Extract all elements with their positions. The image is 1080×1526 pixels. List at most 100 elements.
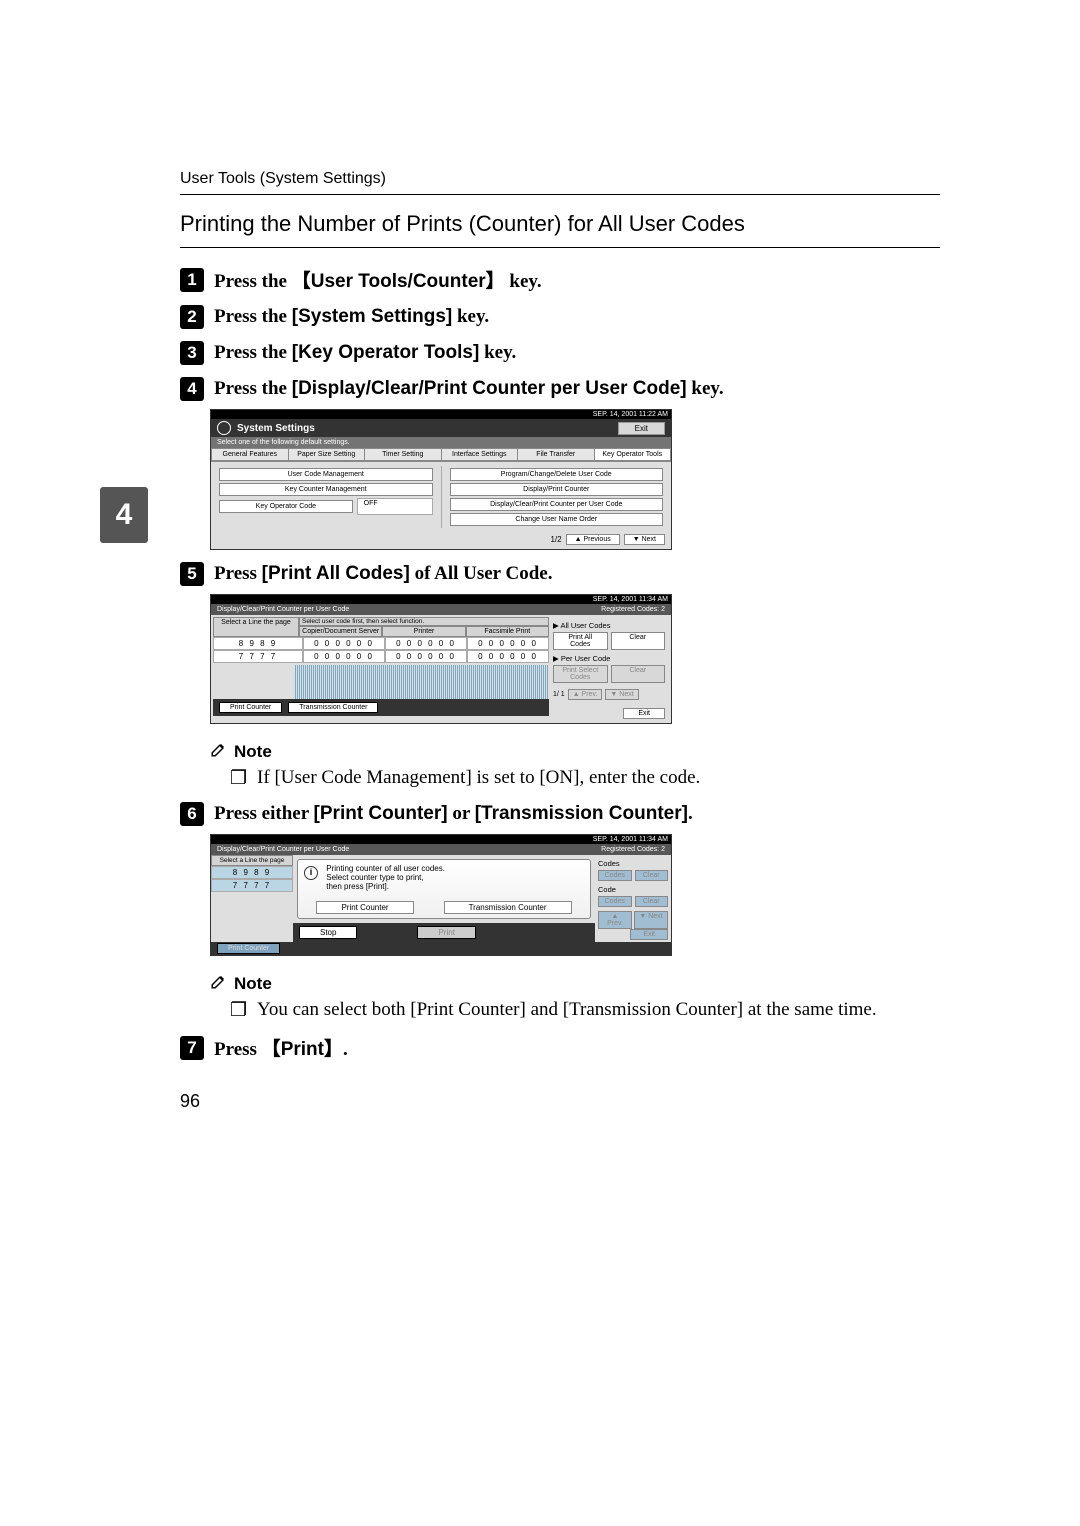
step-1: 1 Press the 【User Tools/Counter】 key. bbox=[180, 266, 940, 293]
ss-subheading: Select one of the following default sett… bbox=[211, 437, 671, 448]
dialog-msg: then press [Print]. bbox=[326, 882, 445, 891]
user-code-cell: 8 9 8 9 bbox=[213, 637, 303, 650]
tab-interface[interactable]: Interface Settings bbox=[441, 448, 518, 461]
step-text: Press the bbox=[214, 306, 292, 327]
step-text-suffix: key. bbox=[505, 271, 542, 292]
th-printer: Printer bbox=[382, 626, 465, 637]
th-copier: Copier/Document Server bbox=[299, 626, 382, 637]
note-text: You can select both bbox=[257, 999, 410, 1020]
step-number-icon: 4 bbox=[180, 377, 204, 401]
prev-button[interactable]: ▲ Prev. bbox=[568, 689, 603, 700]
ss-title: Display/Clear/Print Counter per User Cod… bbox=[217, 846, 349, 853]
divider bbox=[180, 194, 940, 195]
registered-codes-value: 2 bbox=[661, 606, 665, 613]
dialog-msg: Select counter type to print, bbox=[326, 873, 445, 882]
info-icon: i bbox=[304, 866, 318, 880]
stop-button[interactable]: Stop bbox=[299, 926, 357, 939]
key-label: [Key Operator Tools] bbox=[292, 342, 480, 363]
clear-button[interactable]: Clear bbox=[635, 896, 669, 907]
table-row[interactable]: 7 7 7 7 0 0 0 0 0 0 0 0 0 0 0 0 0 0 0 0 … bbox=[213, 650, 549, 663]
tab-paper-size[interactable]: Paper Size Setting bbox=[288, 448, 365, 461]
step-number-icon: 3 bbox=[180, 341, 204, 365]
step-text-suffix: . bbox=[688, 803, 693, 824]
ss-title: Display/Clear/Print Counter per User Cod… bbox=[217, 606, 349, 613]
code-label: Code bbox=[598, 885, 668, 894]
print-counter-button[interactable]: Print Counter bbox=[217, 943, 280, 954]
transmission-counter-button[interactable]: Transmission Counter bbox=[444, 901, 572, 914]
counter-cell: 0 0 0 0 0 0 bbox=[467, 650, 549, 663]
note-heading: Note bbox=[210, 740, 940, 763]
counter-cell: 0 0 0 0 0 0 bbox=[303, 637, 385, 650]
note-text: and bbox=[526, 999, 563, 1020]
note-text: If bbox=[257, 767, 274, 788]
step-7: 7 Press 【Print】. bbox=[180, 1034, 940, 1061]
step-number-icon: 1 bbox=[180, 268, 204, 292]
clear-all-button[interactable]: Clear bbox=[611, 632, 666, 650]
user-code-cell: 8 9 8 9 bbox=[211, 866, 293, 879]
next-button[interactable]: ▼ Next bbox=[634, 911, 668, 929]
change-user-name-order-button[interactable]: Change User Name Order bbox=[450, 513, 664, 526]
ss-datetime: SEP. 14, 2001 11:34 AM bbox=[593, 836, 668, 843]
display-print-counter-button[interactable]: Display/Print Counter bbox=[450, 483, 664, 496]
pencil-icon bbox=[210, 972, 228, 995]
exit-button[interactable]: Exit bbox=[630, 929, 668, 940]
tab-timer[interactable]: Timer Setting bbox=[364, 448, 441, 461]
step-text: Press the bbox=[214, 342, 292, 363]
key-operator-code-button[interactable]: Key Operator Code bbox=[219, 500, 353, 513]
section-title: Printing the Number of Prints (Counter) … bbox=[180, 211, 940, 237]
user-code-management-button[interactable]: User Code Management bbox=[219, 468, 433, 481]
codes-button[interactable]: Codes bbox=[598, 896, 632, 907]
step-text-suffix: key. bbox=[479, 342, 516, 363]
ss-title: System Settings bbox=[237, 423, 315, 434]
note-text: is set to bbox=[472, 767, 540, 788]
print-button[interactable]: Print bbox=[417, 926, 475, 939]
print-all-codes-button[interactable]: Print All Codes bbox=[553, 632, 608, 650]
key-label: [Transmission Counter] bbox=[563, 999, 743, 1020]
tab-file-transfer[interactable]: File Transfer bbox=[517, 448, 594, 461]
page-indicator: 1/ 1 bbox=[553, 691, 565, 698]
key-label: [ON] bbox=[539, 767, 579, 788]
ss-datetime: SEP. 14, 2001 11:34 AM bbox=[593, 596, 668, 603]
transmission-counter-button[interactable]: Transmission Counter bbox=[288, 702, 378, 713]
clear-button[interactable]: Clear bbox=[635, 870, 669, 881]
program-user-code-button[interactable]: Program/Change/Delete User Code bbox=[450, 468, 664, 481]
note-heading: Note bbox=[210, 972, 940, 995]
clear-per-button[interactable]: Clear bbox=[611, 665, 666, 683]
running-header: User Tools (System Settings) bbox=[180, 170, 940, 188]
codes-button[interactable]: Codes bbox=[598, 870, 632, 881]
step-text-suffix: key. bbox=[687, 378, 724, 399]
user-code-cell: 7 7 7 7 bbox=[213, 650, 303, 663]
key-counter-management-button[interactable]: Key Counter Management bbox=[219, 483, 433, 496]
screenshot-system-settings: SEP. 14, 2001 11:22 AM System Settings E… bbox=[210, 409, 672, 550]
screenshot-print-dialog: SEP. 14, 2001 11:34 AM Display/Clear/Pri… bbox=[210, 834, 672, 956]
next-button[interactable]: ▼ Next bbox=[624, 534, 665, 545]
th-fax: Facsimile Print bbox=[466, 626, 549, 637]
print-counter-button[interactable]: Print Counter bbox=[219, 702, 282, 713]
print-select-codes-button[interactable]: Print Select Codes bbox=[553, 665, 608, 683]
counter-per-user-code-button[interactable]: Display/Clear/Print Counter per User Cod… bbox=[450, 498, 664, 511]
step-6: 6 Press either [Print Counter] or [Trans… bbox=[180, 802, 940, 826]
next-button[interactable]: ▼ Next bbox=[605, 689, 638, 700]
step-number-icon: 7 bbox=[180, 1036, 204, 1060]
print-counter-button[interactable]: Print Counter bbox=[316, 901, 413, 914]
key-label: [Transmission Counter] bbox=[475, 803, 688, 824]
chapter-tab: 4 bbox=[100, 487, 148, 543]
step-number-icon: 6 bbox=[180, 802, 204, 826]
bullet-icon: ❐ bbox=[230, 767, 247, 790]
table-row[interactable]: 8 9 8 9 0 0 0 0 0 0 0 0 0 0 0 0 0 0 0 0 … bbox=[213, 637, 549, 650]
pencil-icon bbox=[210, 740, 228, 763]
prev-button[interactable]: ▲ Prev. bbox=[598, 911, 632, 929]
tab-key-operator-tools[interactable]: Key Operator Tools bbox=[594, 448, 672, 461]
exit-button[interactable]: Exit bbox=[618, 422, 665, 435]
screenshot-counter-per-user: SEP. 14, 2001 11:34 AM Display/Clear/Pri… bbox=[210, 594, 672, 724]
step-text-mid: or bbox=[448, 803, 475, 824]
exit-button[interactable]: Exit bbox=[623, 708, 665, 719]
tab-general-features[interactable]: General Features bbox=[211, 448, 288, 461]
note-text: , enter the code. bbox=[579, 767, 700, 788]
key-label: User Tools/Counter bbox=[311, 271, 486, 292]
key-label: [Print All Codes] bbox=[262, 563, 410, 584]
key-label: [Display/Clear/Print Counter per User Co… bbox=[292, 378, 687, 399]
counter-cell: 0 0 0 0 0 0 bbox=[385, 650, 467, 663]
th-select-line: Select a Line the page bbox=[213, 617, 299, 637]
previous-button[interactable]: ▲ Previous bbox=[566, 534, 620, 545]
